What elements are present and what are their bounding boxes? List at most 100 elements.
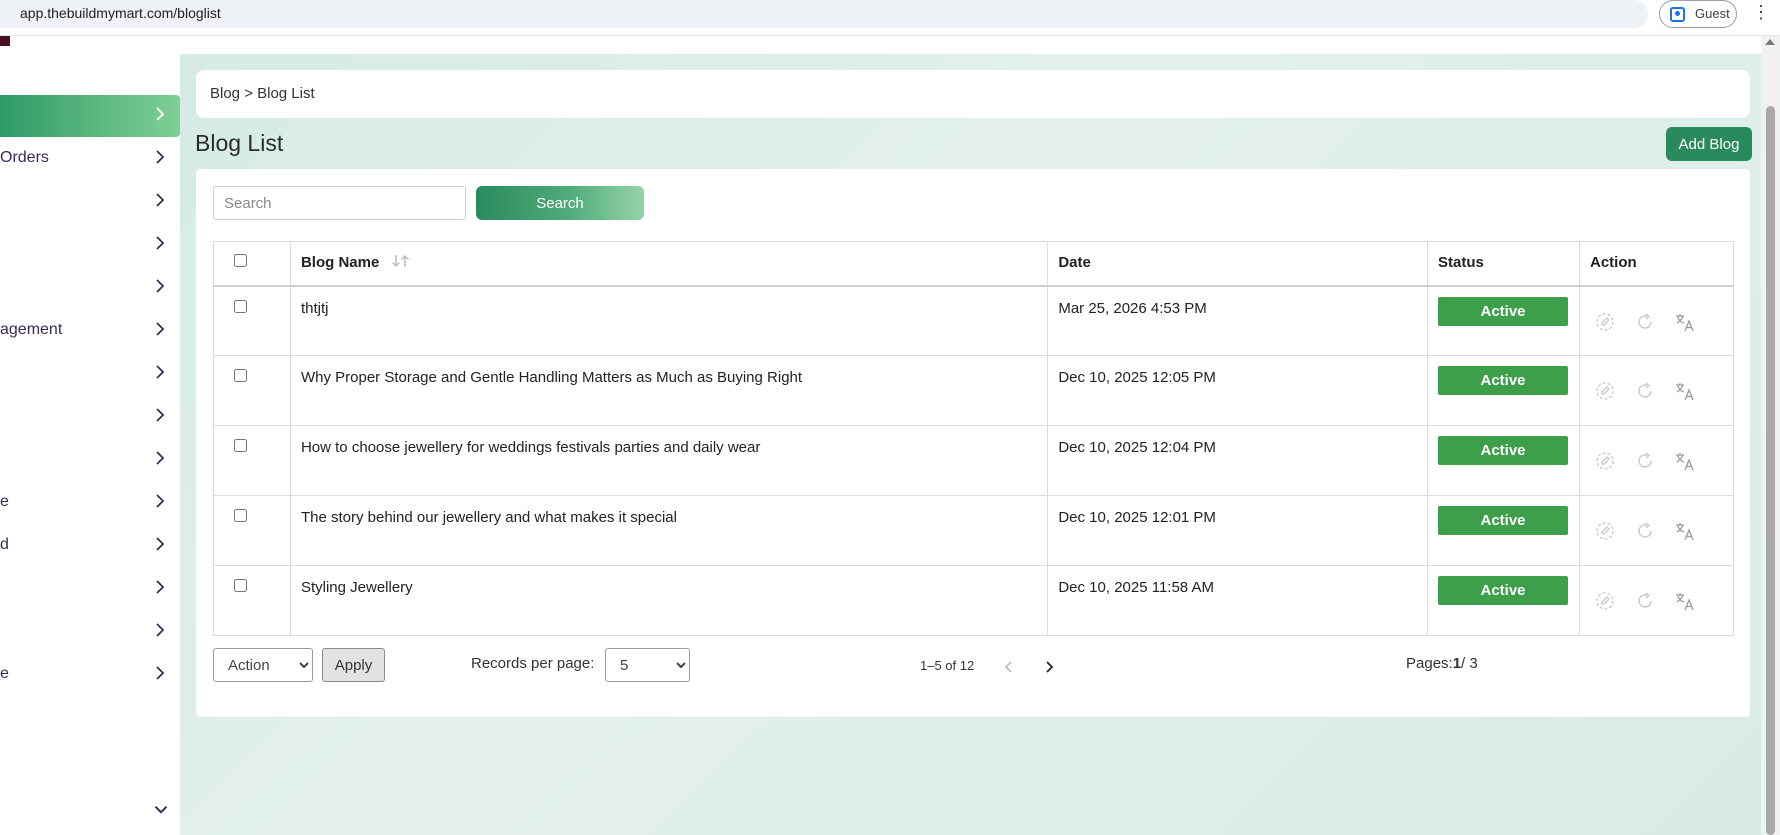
row-actions: [1594, 520, 1723, 542]
sidebar-item-1[interactable]: [0, 95, 180, 137]
edit-icon[interactable]: [1594, 450, 1616, 472]
row-checkbox[interactable]: [234, 579, 247, 592]
action-cell: [1579, 285, 1734, 356]
sidebar-item-10[interactable]: e: [0, 482, 180, 524]
sidebar-item-5[interactable]: [0, 267, 180, 309]
edit-icon[interactable]: [1594, 311, 1616, 333]
blog-name-cell: Styling Jewellery: [289, 565, 1049, 636]
edit-icon[interactable]: [1594, 590, 1616, 612]
translate-icon[interactable]: [1674, 520, 1696, 542]
sidebar-item-12[interactable]: [0, 568, 180, 610]
select-all-checkbox[interactable]: [234, 254, 247, 267]
blog-name-cell: Why Proper Storage and Gentle Handling M…: [289, 355, 1049, 426]
browser-menu-icon[interactable]: ⋮: [1752, 2, 1770, 22]
sort-icon[interactable]: [390, 254, 412, 268]
total-pages: / 3: [1461, 655, 1478, 672]
translate-icon[interactable]: [1674, 450, 1696, 472]
refresh-icon[interactable]: [1634, 380, 1656, 402]
status-badge[interactable]: Active: [1438, 436, 1569, 465]
sidebar-item-4[interactable]: [0, 224, 180, 266]
sidebar: Orders agement e d e: [0, 36, 180, 835]
row-checkbox[interactable]: [234, 369, 247, 382]
sidebar-item-label: e: [0, 493, 9, 510]
profile-label: Guest: [1695, 6, 1730, 21]
breadcrumb-card: Blog > Blog List: [196, 70, 1750, 118]
table-row: How to choose jewellery for weddings fes…: [213, 425, 1734, 496]
chevron-right-icon: [150, 362, 170, 382]
browser-toolbar: app.thebuildmymart.com/bloglist Guest ⋮: [0, 0, 1780, 36]
translate-icon[interactable]: [1674, 380, 1696, 402]
chevron-right-icon: [150, 620, 170, 640]
sidebar-item-14[interactable]: e: [0, 654, 180, 696]
sidebar-item-2[interactable]: Orders: [0, 138, 180, 180]
refresh-icon[interactable]: [1634, 311, 1656, 333]
address-bar[interactable]: app.thebuildmymart.com/bloglist: [0, 0, 1648, 28]
page-scrollbar[interactable]: [1761, 36, 1780, 835]
edit-icon[interactable]: [1594, 380, 1616, 402]
refresh-icon[interactable]: [1634, 520, 1656, 542]
url-text[interactable]: app.thebuildmymart.com/bloglist: [20, 5, 221, 21]
row-actions: [1594, 311, 1723, 333]
chevron-right-icon: [150, 104, 170, 124]
translate-icon[interactable]: [1674, 311, 1696, 333]
scroll-thumb[interactable]: [1766, 106, 1775, 835]
action-cell: [1579, 355, 1734, 426]
breadcrumb: Blog > Blog List: [210, 85, 315, 102]
blog-name-cell: How to choose jewellery for weddings fes…: [289, 425, 1049, 496]
chevron-right-icon: [150, 233, 170, 253]
status-badge[interactable]: Active: [1438, 576, 1569, 605]
translate-icon[interactable]: [1674, 590, 1696, 612]
chevron-right-icon: [150, 577, 170, 597]
page-title: Blog List: [195, 130, 284, 156]
date-cell: Dec 10, 2025 12:01 PM: [1047, 495, 1429, 566]
action-cell: [1579, 495, 1734, 566]
search-button[interactable]: Search: [476, 186, 644, 220]
add-blog-button[interactable]: Add Blog: [1666, 127, 1752, 161]
action-cell: [1579, 565, 1734, 636]
header-status: Status: [1427, 241, 1580, 287]
sidebar-item-6[interactable]: agement: [0, 310, 180, 352]
status-cell: Active: [1427, 425, 1580, 496]
sidebar-item-11[interactable]: d: [0, 525, 180, 567]
date-cell: Dec 10, 2025 12:05 PM: [1047, 355, 1429, 426]
sidebar-item-9[interactable]: [0, 439, 180, 481]
next-page-icon[interactable]: [1041, 658, 1057, 676]
refresh-icon[interactable]: [1634, 450, 1656, 472]
records-per-page-select[interactable]: 5: [605, 648, 690, 682]
prev-page-icon[interactable]: [1001, 658, 1017, 676]
apply-button[interactable]: Apply: [322, 648, 385, 682]
table-header-row: Blog Name Date Status Action: [213, 241, 1734, 287]
status-cell: Active: [1427, 355, 1580, 426]
row-select-cell: [213, 355, 291, 426]
header-action: Action: [1579, 241, 1734, 287]
chevron-right-icon: [150, 147, 170, 167]
date-cell: Dec 10, 2025 11:58 AM: [1047, 565, 1429, 636]
row-checkbox[interactable]: [234, 509, 247, 522]
profile-icon: [1670, 7, 1685, 22]
sidebar-item-3[interactable]: [0, 181, 180, 223]
status-cell: Active: [1427, 565, 1580, 636]
status-badge[interactable]: Active: [1438, 366, 1569, 395]
bulk-action-select[interactable]: Action: [213, 648, 313, 682]
row-checkbox[interactable]: [234, 439, 247, 452]
sidebar-item-13[interactable]: [0, 611, 180, 653]
status-cell: Active: [1427, 285, 1580, 356]
row-select-cell: [213, 495, 291, 566]
row-checkbox[interactable]: [234, 299, 247, 313]
scroll-up-icon[interactable]: [1765, 39, 1775, 45]
status-badge[interactable]: Active: [1438, 506, 1569, 535]
refresh-icon[interactable]: [1634, 590, 1656, 612]
header-blog-name[interactable]: Blog Name: [289, 241, 1049, 287]
main-content: Blog > Blog List Blog List Add Blog Sear…: [180, 54, 1761, 835]
status-badge[interactable]: Active: [1438, 296, 1569, 326]
chevron-right-icon: [150, 190, 170, 210]
table-footer: Action Apply Records per page: 5 1–5 of …: [213, 646, 1734, 686]
search-input[interactable]: [213, 186, 466, 220]
blog-list-card: Search Blog Name Date Status: [196, 169, 1750, 717]
edit-icon[interactable]: [1594, 520, 1616, 542]
sidebar-expand-icon[interactable]: [150, 799, 172, 821]
profile-button[interactable]: Guest: [1659, 0, 1737, 28]
sidebar-item-7[interactable]: [0, 353, 180, 395]
records-per-page-label: Records per page:: [471, 655, 595, 672]
sidebar-item-8[interactable]: [0, 396, 180, 438]
